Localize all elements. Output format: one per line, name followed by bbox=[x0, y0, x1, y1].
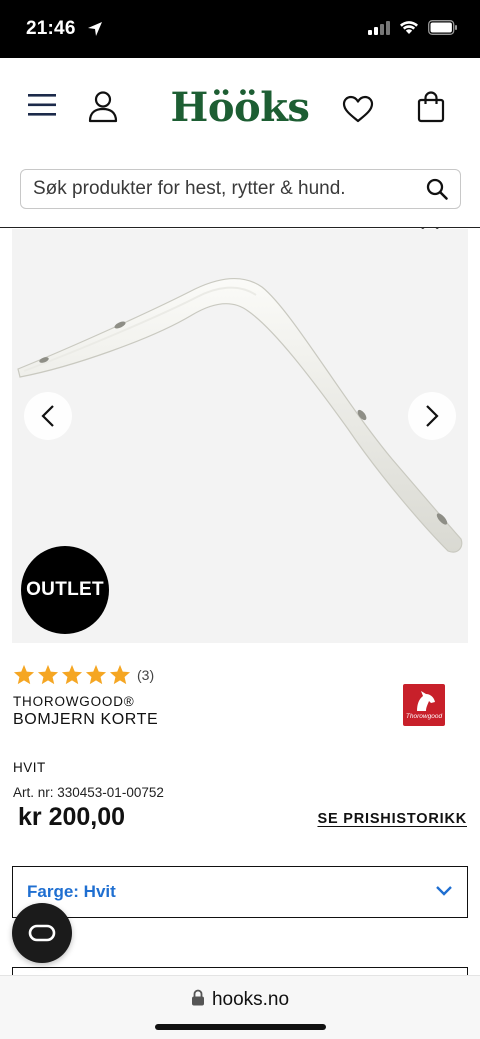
battery-icon bbox=[428, 20, 458, 40]
browser-bottom-bar: hooks.no bbox=[0, 975, 480, 1039]
thorowgood-logo[interactable]: Thorowgood bbox=[403, 684, 445, 726]
product-price: kr 200,00 bbox=[18, 803, 126, 831]
color-selector[interactable]: Farge: Hvit bbox=[12, 866, 468, 918]
chat-icon bbox=[28, 924, 56, 942]
status-bar: 21:46 bbox=[0, 0, 480, 58]
product-brand[interactable]: THOROWGOOD® bbox=[13, 694, 135, 709]
previous-image-button[interactable] bbox=[24, 392, 72, 440]
outlet-badge: OUTLET bbox=[21, 546, 109, 634]
review-count[interactable]: (3) bbox=[137, 667, 154, 683]
star-icon bbox=[13, 664, 35, 685]
chevron-right-icon bbox=[426, 405, 439, 427]
star-icon bbox=[61, 664, 83, 685]
status-time: 21:46 bbox=[26, 18, 76, 39]
brand-logo-text: Thorowgood bbox=[405, 713, 443, 720]
horse-head-icon bbox=[417, 691, 435, 711]
address-bar[interactable]: hooks.no bbox=[0, 989, 480, 1011]
wifi-icon bbox=[399, 20, 419, 40]
search-icon[interactable] bbox=[426, 178, 448, 200]
location-arrow-icon bbox=[87, 21, 103, 42]
star-icon bbox=[85, 664, 107, 685]
chevron-down-icon bbox=[435, 883, 453, 901]
star-icon bbox=[37, 664, 59, 685]
product-title: BOMJERN KORTE bbox=[13, 711, 159, 728]
search-input[interactable]: Søk produkter for hest, rytter & hund. bbox=[33, 178, 420, 200]
product-image-gallery[interactable]: OUTLET bbox=[12, 229, 468, 643]
chat-button[interactable] bbox=[12, 903, 72, 963]
color-selector-label: Farge: Hvit bbox=[27, 882, 116, 901]
home-indicator[interactable] bbox=[155, 1024, 326, 1030]
cellular-signal-icon bbox=[368, 20, 390, 40]
url-text[interactable]: hooks.no bbox=[212, 989, 289, 1011]
lock-icon bbox=[191, 989, 205, 1011]
cart-bag-icon[interactable] bbox=[417, 91, 445, 123]
star-icon bbox=[109, 664, 131, 685]
price-history-link[interactable]: SE PRISHISTORIKK bbox=[317, 811, 467, 827]
next-image-button[interactable] bbox=[408, 392, 456, 440]
chevron-left-icon bbox=[41, 405, 54, 427]
status-icons bbox=[368, 20, 458, 40]
article-number: Art. nr: 330453-01-00752 bbox=[13, 785, 164, 800]
hooks-logo[interactable]: Hööks bbox=[0, 84, 480, 131]
product-rating[interactable]: (3) bbox=[13, 664, 154, 685]
site-header: Hööks Søk produkter for hest, rytter & h… bbox=[0, 58, 480, 237]
product-color: HVIT bbox=[13, 760, 46, 775]
search-bar[interactable]: Søk produkter for hest, rytter & hund. bbox=[20, 169, 461, 209]
wishlist-heart-icon[interactable] bbox=[342, 95, 374, 123]
